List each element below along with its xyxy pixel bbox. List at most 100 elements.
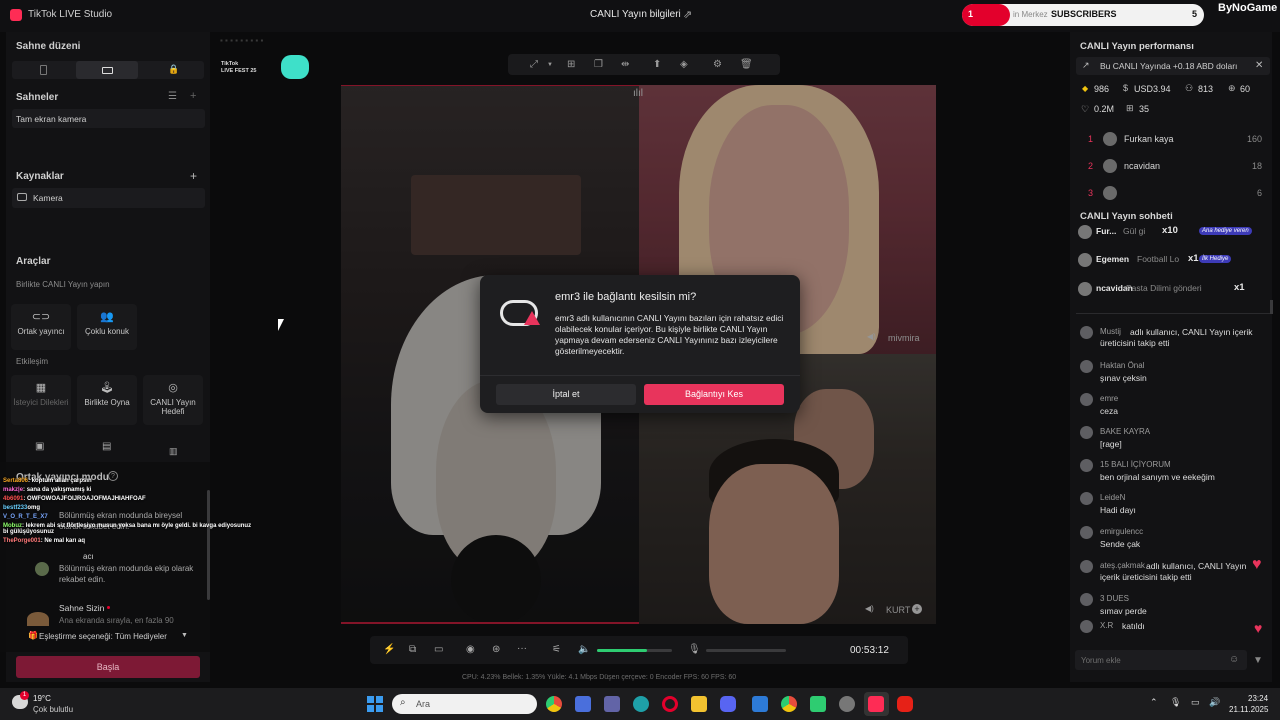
- flip-icon[interactable]: ⇹: [621, 59, 629, 70]
- gift-icon: ⊞: [1126, 103, 1134, 113]
- chat-text: Hadi dayı: [1100, 505, 1136, 515]
- layout-portrait-icon[interactable]: [40, 65, 47, 75]
- share-icon[interactable]: ⇗: [683, 8, 692, 21]
- microphone-icon[interactable]: 🎙: [688, 644, 701, 655]
- cohost-tool[interactable]: ⊂⊃ Ortak yayıncı: [11, 304, 71, 350]
- interaction-label: Etkileşim: [16, 357, 49, 366]
- resize-icon[interactable]: ⤢: [530, 59, 538, 70]
- chevron-down-icon[interactable]: ▼: [181, 632, 188, 639]
- clock-date[interactable]: 21.11.2025: [1229, 705, 1268, 714]
- layers-icon[interactable]: ◈: [680, 59, 688, 70]
- chrome-icon[interactable]: [546, 696, 562, 712]
- cancel-button[interactable]: İptal et: [496, 384, 636, 405]
- explorer-icon[interactable]: [691, 696, 707, 712]
- windows-start-icon[interactable]: [367, 696, 383, 712]
- multiguest-tool[interactable]: 👥 Çoklu konuk: [77, 304, 137, 350]
- overlay-chat-message: : OWFOWOAJFOIJROAJOFMAJHIAHFOAF: [23, 496, 146, 502]
- avatar: [1080, 393, 1093, 406]
- sources-title: Kaynaklar: [16, 171, 64, 182]
- settings-icon[interactable]: ⚙: [713, 59, 722, 70]
- gift-count: x1: [1234, 282, 1245, 293]
- delete-icon[interactable]: 🗑: [740, 59, 753, 70]
- chat-username: emre: [1100, 394, 1119, 403]
- scenes-add-icon[interactable]: +: [190, 90, 196, 102]
- sources-add-icon[interactable]: +: [190, 169, 197, 183]
- layer-up-icon[interactable]: ⬆: [653, 59, 661, 70]
- warning-icon: [524, 311, 540, 325]
- live-goal-tool[interactable]: ◎ CANLI Yayın Hedefi: [143, 375, 203, 425]
- avatar: [1078, 225, 1092, 239]
- earnings-banner-text: Bu CANLI Yayında +0.18 ABD doları: [1100, 61, 1238, 71]
- heart-icon: ♡: [1081, 104, 1090, 114]
- match-option[interactable]: Eşleştirme seçeneği: Tüm Hediyeler: [39, 632, 167, 641]
- gifter-score: 6: [1256, 188, 1262, 198]
- tiktok-live-studio-icon[interactable]: [868, 696, 884, 712]
- screen-add-icon[interactable]: ⧉: [409, 644, 416, 655]
- search-placeholder: Ara: [416, 699, 431, 709]
- right-scrollbar[interactable]: [1270, 300, 1273, 314]
- crop-icon[interactable]: ⊞: [567, 59, 575, 70]
- gifter-row[interactable]: 1 Furkan kaya 160: [1080, 131, 1262, 158]
- goal-icon: ◎: [168, 382, 178, 394]
- tool-row3-icon-2[interactable]: ▤: [102, 441, 111, 452]
- perf-title: CANLI Yayın performansı: [1080, 41, 1194, 52]
- mic-level-slider[interactable]: [706, 649, 786, 652]
- gift-name: Pasta Dilimi gönderi: [1126, 283, 1202, 293]
- performance-stats: CPU: 4.23% Bellek: 1.35% Yükle: 4.1 Mbps…: [462, 674, 737, 681]
- mode2-desc: Bölünmüş ekran modunda ekip olarak rekab…: [59, 564, 194, 584]
- live-goal-tool-label: CANLI Yayın Hedefi: [150, 398, 196, 416]
- teams-icon[interactable]: [604, 696, 620, 712]
- play-together-tool[interactable]: 🕹 Birlikte Oyna: [77, 375, 137, 425]
- tool-row3-icon-1[interactable]: ▣: [35, 441, 44, 452]
- stat-gifts: 35: [1139, 104, 1150, 114]
- faded-overlay-text: ▪ ▪ ▪ ▪ ▪ ▪ ▪ ▪ ▪: [220, 36, 264, 45]
- tray-mic-icon[interactable]: 🎙: [1170, 697, 1181, 708]
- gifter-row[interactable]: 36: [1080, 185, 1262, 212]
- chat-username: 3 DUES: [1100, 594, 1129, 603]
- tool-row3-icon-3[interactable]: ▥: [169, 446, 178, 457]
- disconnect-button[interactable]: Bağlantıyı Kes: [644, 384, 784, 405]
- start-button[interactable]: Başla: [16, 656, 200, 678]
- layout-lock-icon[interactable]: 🔒: [168, 64, 179, 75]
- clock-time[interactable]: 23:24: [1248, 694, 1268, 703]
- tray-chevron-icon[interactable]: ⌃: [1150, 697, 1158, 708]
- tray-speaker-icon[interactable]: 🔊: [1209, 697, 1220, 708]
- livefest-mascot-icon: [281, 55, 309, 79]
- gifter-name: ncavidan: [1124, 161, 1161, 171]
- wishes-tool[interactable]: ▦ İsteyici Dilekleri: [11, 375, 71, 425]
- replay-icon[interactable]: ⊛: [492, 644, 500, 655]
- discord-icon[interactable]: [720, 696, 736, 712]
- gem-icon: ◆: [1082, 84, 1089, 93]
- chat-username: X.R: [1100, 621, 1114, 630]
- record-icon[interactable]: ◉: [466, 644, 475, 655]
- scenes-list-icon[interactable]: ☰: [168, 91, 177, 102]
- avatar: [1080, 620, 1093, 633]
- equalizer-icon[interactable]: ⚟: [552, 644, 561, 655]
- chrome-icon[interactable]: [781, 696, 797, 712]
- more-icon[interactable]: ···: [517, 643, 527, 654]
- chevron-down-icon[interactable]: ▼: [547, 62, 553, 68]
- emoji-icon[interactable]: ☺: [1229, 654, 1239, 665]
- copy-icon[interactable]: ❐: [594, 59, 603, 70]
- settings-icon[interactable]: [839, 696, 855, 712]
- chat-username: emirgulencc: [1100, 527, 1144, 536]
- magic-icon[interactable]: ⚡: [383, 644, 395, 655]
- speaker-icon[interactable]: 🔈: [578, 644, 590, 655]
- store-icon[interactable]: [575, 696, 591, 712]
- live-info-button[interactable]: CANLI Yayın bilgileri: [590, 9, 681, 20]
- search-box[interactable]: [392, 694, 537, 714]
- game-icon[interactable]: [810, 696, 826, 712]
- opera-icon[interactable]: [662, 696, 678, 712]
- mail-icon[interactable]: [752, 696, 768, 712]
- layout-landscape-glyph: [102, 67, 113, 74]
- gifter-rank: 2: [1088, 161, 1094, 171]
- edge-icon[interactable]: [633, 696, 649, 712]
- filter-icon[interactable]: ▼: [1253, 655, 1263, 666]
- picture-icon[interactable]: ▭: [434, 644, 443, 655]
- youtube-icon[interactable]: [897, 696, 913, 712]
- chat-text: şınav çeksin: [1100, 373, 1147, 383]
- close-icon[interactable]: ✕: [1255, 60, 1263, 71]
- chat-username: LeideN: [1100, 493, 1126, 502]
- tray-display-icon[interactable]: ▭: [1191, 697, 1200, 708]
- gifter-row[interactable]: 2 ncavidan 18: [1080, 158, 1262, 185]
